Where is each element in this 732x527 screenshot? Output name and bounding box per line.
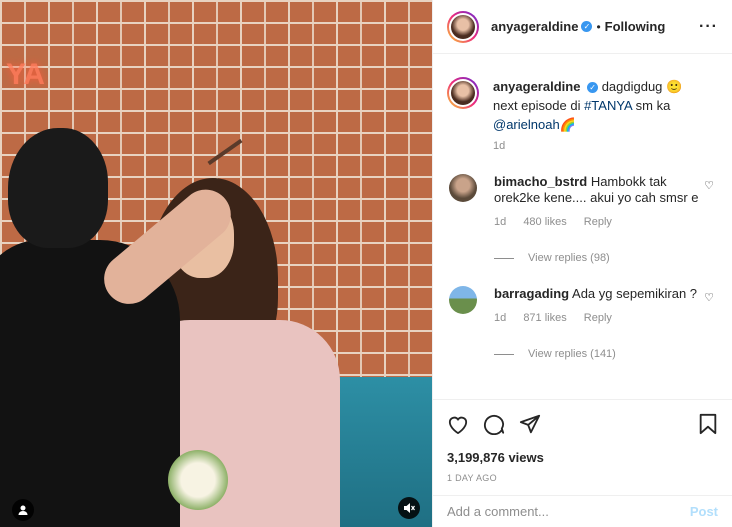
comment-age: 1d [494,312,507,324]
reply-button[interactable]: Reply [584,312,612,324]
replies-divider [494,257,514,259]
commenter-avatar[interactable] [449,286,477,314]
caption-text: anyageraldine ✓ dagdigdug 🙂 next episode… [493,77,713,134]
author-username[interactable]: anyageraldine [491,19,578,34]
sound-toggle-icon[interactable] [398,497,420,519]
comment-likes[interactable]: 871 likes [523,312,566,324]
verified-badge-icon: ✓ [581,21,593,32]
post-side-panel: anyageraldine ✓ • Following ··· anyagera… [432,0,732,527]
like-heart-icon[interactable] [447,414,469,434]
comment-age: 1d [494,216,507,228]
comment-item: bimacho_bstrd Hambokk tak orek2ke kene..… [447,174,718,230]
post-date[interactable]: 1 DAY AGO [447,473,718,483]
add-comment-bar: Post [433,495,732,527]
view-replies-button[interactable]: View replies (141) [494,348,718,360]
post-caption: anyageraldine ✓ dagdigdug 🙂 next episode… [447,77,718,134]
like-comment-heart-icon[interactable]: ♡ [704,179,714,192]
comment-bubble-icon[interactable] [483,413,505,435]
caption-age: 1d [493,140,506,152]
comment-item: barragading Ada yg sepemikiran ? 1d 871 … [447,286,718,326]
like-comment-heart-icon[interactable]: ♡ [704,291,714,304]
commenter-username[interactable]: barragading [494,286,569,301]
post-actions: 3,199,876 views 1 DAY AGO [433,399,732,483]
more-options-icon[interactable]: ··· [699,18,718,36]
reply-button[interactable]: Reply [584,216,612,228]
rainbow-emoji: 🌈 [559,117,576,132]
neon-sign: YA [6,58,45,91]
separator-dot: • [596,19,601,34]
following-button[interactable]: Following [605,19,666,34]
save-bookmark-icon[interactable] [698,413,718,435]
verified-badge-icon: ✓ [587,82,599,94]
caption-line1: dagdigdug 🙂 [601,79,683,94]
view-count[interactable]: 3,199,876 views [447,450,718,465]
caption-username[interactable]: anyageraldine [493,79,580,94]
view-replies-label: View replies (141) [528,348,616,360]
post-header: anyageraldine ✓ • Following ··· [433,0,732,54]
flowers [168,450,228,510]
instagram-post-window: YA anyageraldine ✓ • Following ··· anyag… [0,0,732,527]
post-comment-button[interactable]: Post [690,504,718,519]
caption-line3: sm ka [632,98,671,113]
comment-likes[interactable]: 480 likes [523,216,566,228]
hashtag-link[interactable]: #TANYA [584,98,632,113]
commenter-avatar[interactable] [449,174,477,202]
view-replies-button[interactable]: View replies (98) [494,252,718,264]
author-avatar[interactable] [447,10,479,43]
post-video[interactable]: YA [0,0,432,527]
comment-input[interactable] [447,504,690,519]
commenter-username[interactable]: bimacho_bstrd [494,174,587,189]
man-head [8,128,108,248]
comment-text: Ada yg sepemikiran ? [572,286,698,301]
comments-list[interactable]: anyageraldine ✓ dagdigdug 🙂 next episode… [433,55,732,398]
view-replies-label: View replies (98) [528,252,610,264]
caption-avatar[interactable] [447,77,479,109]
mention-link[interactable]: @arielnoah [493,117,560,132]
user-tag-icon[interactable] [12,499,34,521]
share-plane-icon[interactable] [519,413,541,435]
replies-divider [494,353,514,355]
caption-line2: next episode di [493,98,585,113]
